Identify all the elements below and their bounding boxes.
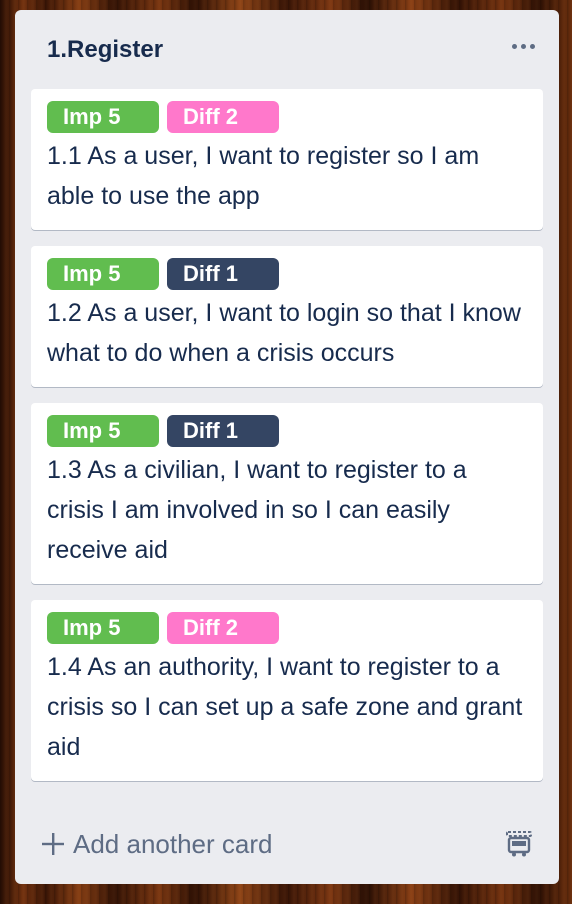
label-difficulty[interactable]: Diff 1 xyxy=(167,258,279,290)
label-importance[interactable]: Imp 5 xyxy=(47,415,159,447)
label-importance[interactable]: Imp 5 xyxy=(47,101,159,133)
card[interactable]: Imp 5 Diff 2 1.1 As a user, I want to re… xyxy=(31,89,543,230)
ellipsis-icon xyxy=(512,44,517,49)
card-title: 1.2 As a user, I want to login so that I… xyxy=(47,299,521,367)
list-header: 1.Register xyxy=(15,10,559,88)
label-importance[interactable]: Imp 5 xyxy=(47,612,159,644)
card-title: 1.3 As a civilian, I want to register to… xyxy=(47,456,467,564)
card-list: Imp 5 Diff 2 1.1 As a user, I want to re… xyxy=(31,89,543,797)
label-difficulty[interactable]: Diff 2 xyxy=(167,101,279,133)
card[interactable]: Imp 5 Diff 2 1.4 As an authority, I want… xyxy=(31,600,543,781)
card-labels: Imp 5 Diff 2 xyxy=(47,612,527,644)
card-labels: Imp 5 Diff 1 xyxy=(47,415,527,447)
card[interactable]: Imp 5 Diff 1 1.2 As a user, I want to lo… xyxy=(31,246,543,387)
ellipsis-icon xyxy=(521,44,526,49)
label-difficulty[interactable]: Diff 1 xyxy=(167,415,279,447)
list-column: 1.Register Imp 5 Diff 2 1.1 As a user, I… xyxy=(15,10,559,884)
ellipsis-icon xyxy=(530,44,535,49)
card-composer: Add another card xyxy=(31,822,543,866)
card-labels: Imp 5 Diff 1 xyxy=(47,258,527,290)
plus-icon xyxy=(33,822,73,866)
card[interactable]: Imp 5 Diff 1 1.3 As a civilian, I want t… xyxy=(31,403,543,584)
list-title[interactable]: 1.Register xyxy=(47,36,163,64)
card-title: 1.1 As a user, I want to register so I a… xyxy=(47,142,480,210)
list-menu-button[interactable] xyxy=(512,44,535,49)
card-title: 1.4 As an authority, I want to register … xyxy=(47,653,523,761)
card-labels: Imp 5 Diff 2 xyxy=(47,101,527,133)
card-template-icon[interactable] xyxy=(505,830,533,858)
label-importance[interactable]: Imp 5 xyxy=(47,258,159,290)
label-difficulty[interactable]: Diff 2 xyxy=(167,612,279,644)
add-card-button[interactable]: Add another card xyxy=(31,822,272,866)
add-card-label: Add another card xyxy=(73,828,273,859)
